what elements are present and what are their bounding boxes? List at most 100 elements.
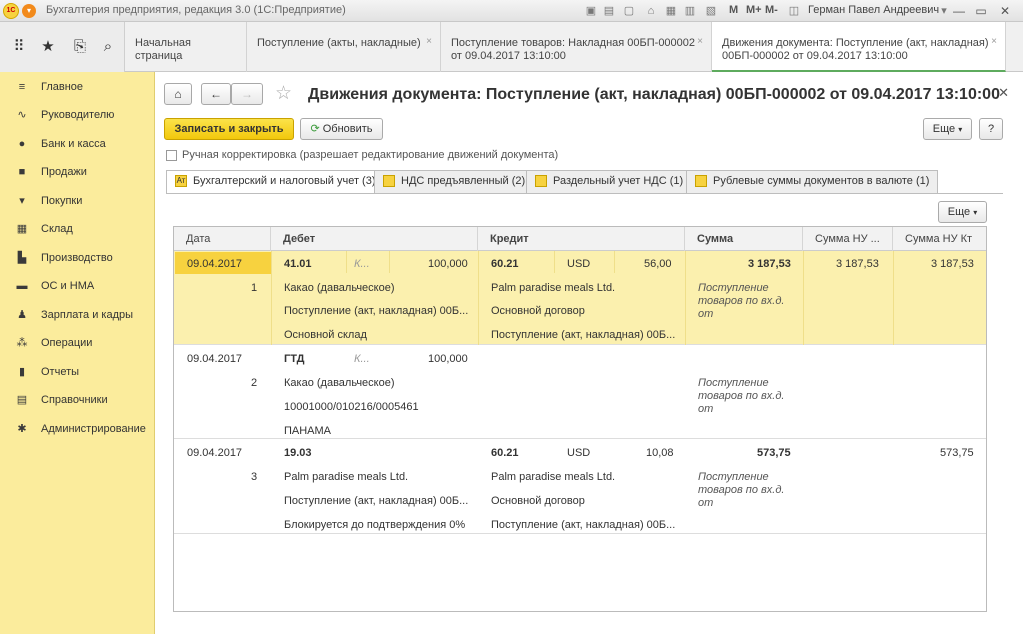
maximize-icon[interactable]: ▭ [972,2,990,20]
home-small-icon[interactable]: ⌂ [644,4,658,18]
close-window-icon[interactable]: ✕ [996,2,1014,20]
sidebar-item-main[interactable]: ≡ Главное [0,76,155,100]
close-form-icon[interactable]: ✕ [998,85,1009,101]
col-credit[interactable]: Кредит [478,227,685,251]
bar-chart-icon: ▮ [18,366,26,378]
close-tab-icon[interactable]: × [426,35,432,48]
sidebar-item-bank[interactable]: ● Банк и касса [0,133,155,157]
col-debit[interactable]: Дебет [271,227,478,251]
content-line-1: Поступление [698,471,769,483]
sections-sidebar: ≡ Главное ∿ Руководителю ● Банк и касса ■ Пр… [0,72,155,634]
credit-subconto-3: Поступление (акт, накладная) 00Б... [491,519,676,531]
sidebar-item-operations[interactable]: ⁂ Операции [0,332,155,356]
debit-subconto-3: ПАНАМА [284,425,332,437]
print-icon[interactable]: ▤ [602,4,616,18]
sidebar-item-purchases[interactable]: ▾ Покупки [0,190,155,214]
sidebar-item-label: ОС и НМА [41,280,95,292]
col-sum[interactable]: Сумма [685,227,803,251]
preview-icon[interactable]: ▢ [622,4,636,18]
books-icon: ▤ [16,394,28,406]
manual-correction-checkbox[interactable] [166,150,177,161]
column-divider [803,251,804,345]
sidebar-item-label: Отчеты [41,366,80,378]
minimize-icon[interactable]: — [950,2,968,20]
sidebar-item-payroll[interactable]: ♟ Зарплата и кадры [0,304,155,328]
main-menu-icon[interactable]: ▾ [22,4,36,18]
tab-receipts-list[interactable]: Поступление (акты, накладные) × [247,22,441,72]
debit-subconto-2: 10001000/010216/0005461 [284,401,419,413]
close-tab-icon[interactable]: × [697,35,703,48]
tab-label: от 09.04.2017 13:10:00 [451,50,566,62]
tab-goods-receipt[interactable]: Поступление товаров: Накладная 00БП-0000… [441,22,712,72]
warehouse-icon: ▦ [16,223,28,235]
save-and-close-button[interactable]: Записать и закрыть [164,118,294,140]
credit-account: 60.21 [491,258,519,270]
panel-icon[interactable]: ◫ [787,4,801,18]
m-button[interactable]: M [729,4,738,16]
content-line-2: товаров по вх.д. [698,390,785,402]
m-plus-button[interactable]: M+ [746,4,762,16]
calculator-icon[interactable]: ▥ [683,4,697,18]
accounting-icon: Ат [175,175,187,187]
date: 09.04.2017 [187,258,243,270]
debit-subconto-1: Palm paradise meals Ltd. [284,471,409,483]
more-button[interactable]: Еще ▾ [923,118,972,140]
sidebar-item-label: Склад [41,223,73,235]
save-icon[interactable]: ▣ [584,4,598,18]
sidebar-item-label: Продажи [41,166,87,178]
credit-subconto-1: Palm paradise meals Ltd. [491,471,616,483]
register-icon [535,175,547,187]
clip-icon[interactable]: ▧ [704,4,718,18]
date: 09.04.2017 [187,353,243,365]
movements-table[interactable]: Дата Дебет Кредит Сумма Сумма НУ ... Сум… [173,226,987,612]
sidebar-item-fixed-assets[interactable]: ▬ ОС и НМА [0,275,155,299]
tab-home[interactable]: Начальная страница [125,22,247,72]
debit-subconto-2: Поступление (акт, накладная) 00Б... [284,495,469,507]
row-number: 3 [251,471,258,483]
table-row[interactable]: 09.04.2017 1 41.01 К... 100,000 Какао (д… [174,251,986,345]
manual-correction-label: Ручная корректировка (разрешает редактир… [182,149,559,161]
search-icon[interactable]: ⌕ [98,38,118,56]
back-button[interactable]: ← [201,83,231,105]
tab-label: Начальная страница [135,37,191,62]
tab-accounting-tax[interactable]: Ат Бухгалтерский и налоговый учет (3) [166,170,385,194]
tab-separate-vat[interactable]: Раздельный учет НДС (1) [526,170,693,193]
history-icon[interactable]: ⎘ [70,38,90,56]
tab-ruble-amounts[interactable]: Рублевые суммы документов в валюте (1) [686,170,939,193]
sidebar-item-management[interactable]: ∿ Руководителю [0,104,155,128]
tab-vat-presented[interactable]: НДС предъявленный (2) [374,170,535,193]
favorites-star-icon[interactable]: ★ [38,38,58,56]
sidebar-item-administration[interactable]: ✱ Администрирование [0,418,155,442]
current-user[interactable]: Герман Павел Андреевич [808,4,939,16]
sum-nu-dt: 3 187,53 [836,258,879,270]
tab-document-movements[interactable]: Движения документа: Поступление (акт, на… [712,22,1006,72]
sidebar-item-production[interactable]: ▙ Производство [0,247,155,271]
user-menu-icon[interactable]: ▾ [937,4,951,18]
m-minus-button[interactable]: M- [765,4,778,16]
sidebar-item-label: Администрирование [41,423,146,435]
favorite-star-icon[interactable]: ☆ [275,83,292,105]
grid-more-button[interactable]: Еще ▾ [938,201,987,223]
refresh-button[interactable]: ⟳ Обновить [300,118,383,140]
calendar-icon[interactable]: ▦ [664,4,678,18]
sidebar-item-reports[interactable]: ▮ Отчеты [0,361,155,385]
sidebar-item-sales[interactable]: ■ Продажи [0,161,155,185]
close-tab-icon[interactable]: × [991,35,997,48]
sidebar-item-warehouse[interactable]: ▦ Склад [0,218,155,242]
menu-icon: ≡ [18,81,26,93]
sidebar-item-catalogs[interactable]: ▤ Справочники [0,389,155,413]
subtab-label: НДС предъявленный (2) [401,175,526,187]
help-button[interactable]: ? [979,118,1003,140]
tab-label: 00БП-000002 от 09.04.2017 13:10:00 [722,50,908,62]
row-number: 1 [251,282,258,294]
col-sum-nu-dt[interactable]: Сумма НУ ... [803,227,893,251]
col-date[interactable]: Дата [174,227,271,251]
forward-button[interactable]: → [231,83,263,105]
table-row[interactable]: 09.04.2017 3 19.03 Palm paradise meals L… [174,439,986,534]
cart-icon: ▾ [19,195,25,207]
home-button[interactable]: ⌂ [164,83,192,105]
table-row[interactable]: 09.04.2017 2 ГТД К... 100,000 Какао (дав… [174,345,986,439]
col-sum-nu-kt[interactable]: Сумма НУ Кт [893,227,986,251]
bag-icon: ■ [18,166,26,178]
apps-grid-icon[interactable]: ⠿ [9,38,29,56]
